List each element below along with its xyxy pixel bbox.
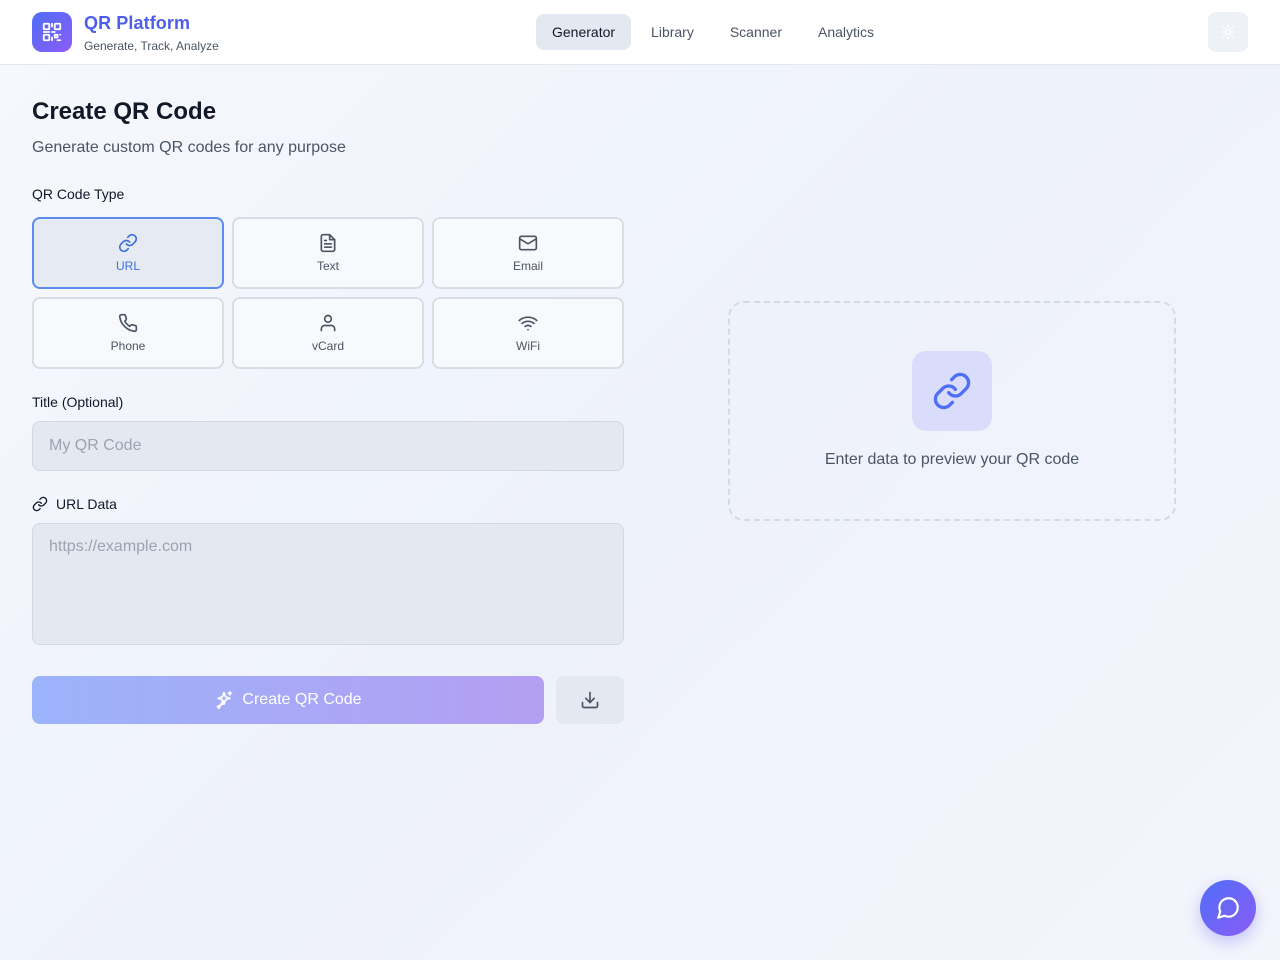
top-header: QR Platform Generate, Track, Analyze Gen…	[0, 0, 1280, 65]
sun-icon	[1220, 24, 1236, 40]
type-option-text[interactable]: Text	[232, 217, 424, 289]
type-option-label: Text	[316, 259, 339, 273]
preview-empty-message: Enter data to preview your QR code	[824, 451, 1080, 468]
url-data-label: URL Data	[32, 496, 117, 512]
logo[interactable]	[32, 12, 72, 52]
wifi-icon	[518, 316, 538, 331]
type-option-label: Phone	[110, 339, 146, 353]
type-option-url[interactable]: URL	[32, 217, 224, 289]
qr-code-icon	[42, 22, 62, 42]
user-icon	[320, 314, 336, 332]
qr-preview-panel: Enter data to preview your QR code	[728, 301, 1176, 521]
nav-tab-library[interactable]: Library	[635, 14, 710, 50]
theme-toggle-button[interactable]	[1208, 12, 1248, 52]
qr-type-label: QR Code Type	[32, 186, 125, 202]
download-icon	[581, 691, 599, 709]
file-text-icon	[320, 233, 336, 253]
link-icon	[32, 496, 48, 512]
nav-tab-analytics[interactable]: Analytics	[802, 14, 890, 50]
type-option-label: WiFi	[516, 339, 540, 353]
type-option-vcard[interactable]: vCard	[232, 297, 424, 369]
brand-title: QR Platform	[84, 13, 191, 33]
create-qr-button-label: Create QR Code	[242, 691, 362, 708]
page-title: Create QR Code	[32, 98, 217, 125]
main-nav: Generator Library Scanner Analytics	[536, 14, 894, 50]
download-button[interactable]	[556, 676, 624, 724]
nav-tab-generator[interactable]: Generator	[536, 14, 632, 50]
title-input[interactable]	[32, 421, 624, 471]
type-option-email[interactable]: Email	[432, 217, 624, 289]
type-option-phone[interactable]: Phone	[32, 297, 224, 369]
create-qr-button[interactable]: Create QR Code	[32, 676, 544, 724]
phone-icon	[118, 313, 138, 333]
title-field-label: Title (Optional)	[32, 394, 124, 410]
url-data-label-text: URL Data	[56, 496, 117, 512]
qr-type-grid: URL Text Email Phone vCard WiFi	[32, 217, 624, 369]
preview-icon-tile	[912, 351, 992, 431]
nav-tab-scanner[interactable]: Scanner	[714, 14, 798, 50]
url-data-input[interactable]	[32, 523, 624, 645]
brand-subtitle: Generate, Track, Analyze	[84, 39, 219, 53]
message-circle-icon	[1217, 897, 1239, 919]
type-option-label: Email	[512, 259, 543, 273]
type-option-wifi[interactable]: WiFi	[432, 297, 624, 369]
type-option-label: URL	[115, 259, 140, 273]
link-icon	[933, 372, 971, 410]
sparkles-icon	[216, 690, 233, 710]
chat-button[interactable]	[1200, 880, 1256, 936]
type-option-label: vCard	[311, 339, 344, 353]
mail-icon	[518, 235, 538, 251]
page-subtitle: Generate custom QR codes for any purpose	[32, 139, 346, 156]
link-icon	[118, 233, 138, 253]
